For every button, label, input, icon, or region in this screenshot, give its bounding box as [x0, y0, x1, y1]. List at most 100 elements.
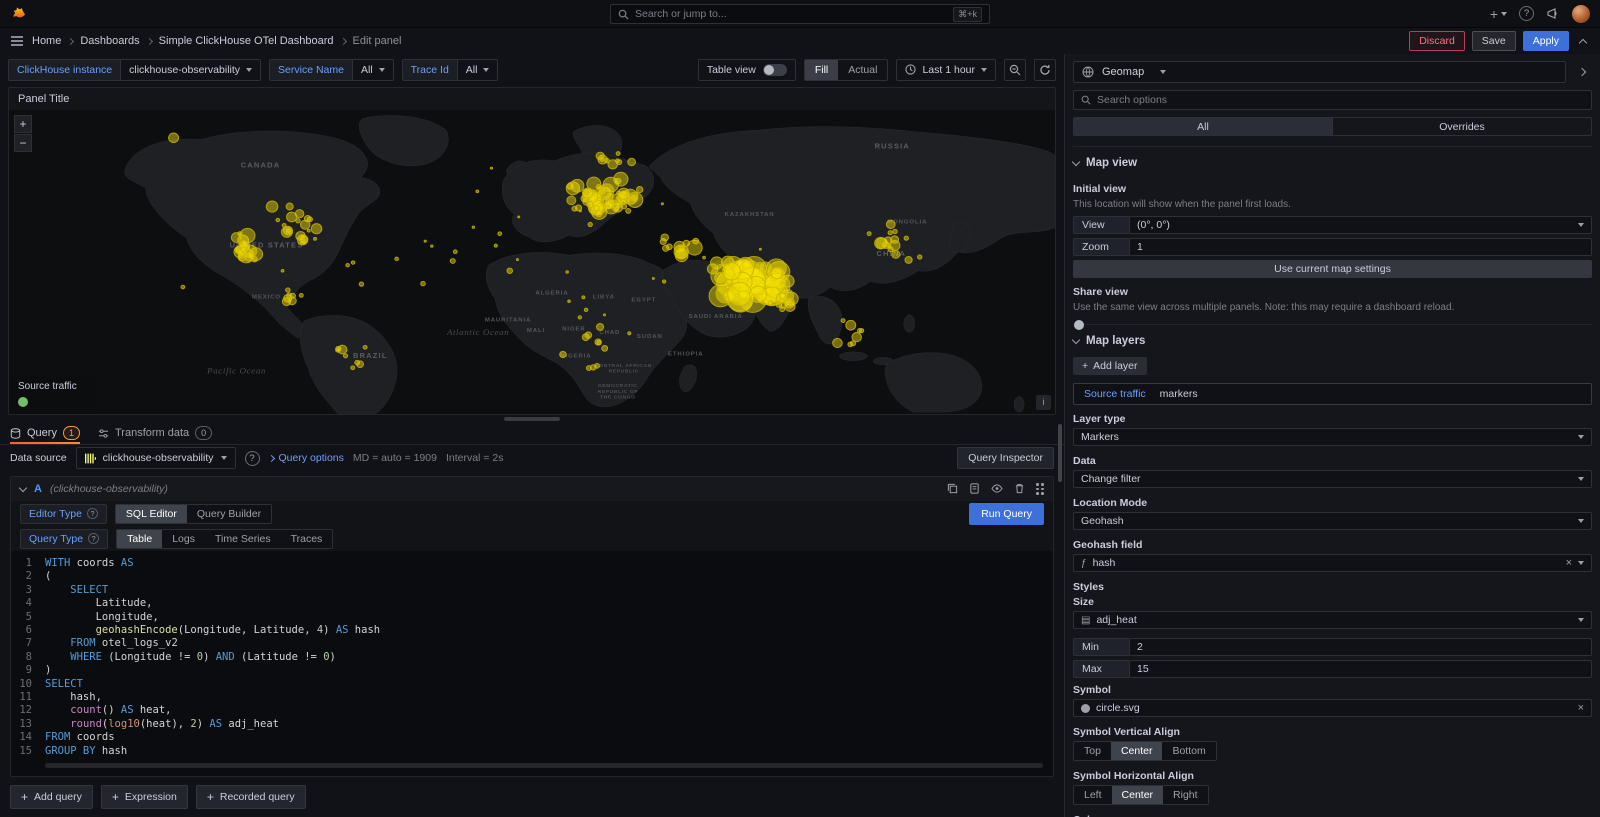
geohash-field-select[interactable]: ƒhash× [1073, 554, 1592, 572]
query-type-table[interactable]: Table [117, 530, 162, 548]
options-search-placeholder: Search options [1097, 94, 1167, 106]
use-current-map-settings-button[interactable]: Use current map settings [1073, 260, 1592, 278]
halign-center[interactable]: Center [1112, 786, 1164, 804]
news-button[interactable] [1546, 7, 1560, 20]
sql-horizontal-scrollbar[interactable] [45, 763, 1043, 768]
geohash-field-label: Geohash field [1073, 539, 1592, 551]
panel-toolbar: ClickHouse instance clickhouse-observabi… [0, 54, 1064, 85]
left-pane-scrollbar[interactable] [1058, 424, 1062, 482]
view-select[interactable]: (0°, 0°) [1129, 216, 1592, 234]
user-avatar[interactable] [1572, 5, 1590, 23]
fill-option[interactable]: Fill [805, 60, 838, 80]
breadcrumb-dashboard-name[interactable]: Simple ClickHouse OTel Dashboard [159, 35, 334, 47]
drag-query-handle[interactable] [1036, 483, 1044, 495]
zoom-out-time-button[interactable] [1004, 59, 1026, 81]
table-view-group: Table view [698, 59, 796, 81]
symbol-select[interactable]: circle.svg× [1073, 699, 1592, 717]
datasource-picker[interactable]: clickhouse-observability [76, 447, 236, 469]
editor-mode-switch: SQL Editor Query Builder [115, 504, 272, 524]
filter-value-dropdown[interactable]: clickhouse-observability [121, 59, 261, 81]
filter-value-dropdown[interactable]: All [458, 59, 499, 81]
share-view-label: Share view [1073, 286, 1592, 298]
add-expression-button[interactable]: +Expression [101, 785, 188, 809]
query-options-toggle[interactable]: Query options [269, 452, 344, 464]
help-button[interactable]: ? [1519, 6, 1534, 21]
collapse-options-button[interactable] [1572, 61, 1592, 83]
refresh-button[interactable] [1034, 59, 1056, 81]
options-scroll-area[interactable]: Map view Initial view This location will… [1065, 136, 1600, 817]
svg-text:CENTRAL AFRICAN: CENTRAL AFRICAN [596, 363, 652, 369]
layer-type-label: Layer type [1073, 413, 1592, 425]
filter-clickhouse-instance: ClickHouse instance clickhouse-observabi… [8, 59, 261, 81]
menu-toggle-button[interactable] [10, 35, 24, 47]
apply-button[interactable]: Apply [1523, 31, 1569, 51]
chevron-down-icon [1160, 70, 1166, 74]
query-type-logs[interactable]: Logs [162, 530, 205, 548]
run-query-button[interactable]: Run Query [969, 503, 1044, 525]
panel-title[interactable]: Panel Title [9, 88, 1055, 110]
layer-type-select[interactable]: Markers [1073, 428, 1592, 446]
datasource-help-button[interactable]: ? [245, 451, 260, 466]
halign-left[interactable]: Left [1074, 786, 1112, 804]
add-layer-button[interactable]: +Add layer [1073, 357, 1147, 375]
duplicate-query-icon[interactable] [947, 483, 958, 494]
map-attribution-info-button[interactable]: i [1036, 395, 1051, 410]
clear-icon[interactable]: × [1578, 703, 1584, 713]
query-type-traces[interactable]: Traces [281, 530, 333, 548]
add-query-button[interactable]: +Add query [10, 785, 93, 809]
map-zoom-in-button[interactable]: + [14, 115, 32, 133]
chevron-right-icon [1578, 68, 1586, 76]
query-inspector-button[interactable]: Query Inspector [957, 447, 1054, 469]
layer-list-item[interactable]: Source traffic markers [1073, 383, 1592, 405]
sql-editor[interactable]: 1WITH coords AS2(3 SELECT4 Latitude,5 Lo… [11, 551, 1053, 776]
map-zoom-out-button[interactable]: − [14, 134, 32, 152]
chevron-down-icon [1072, 336, 1080, 344]
time-range-picker[interactable]: Last 1 hour [896, 59, 996, 81]
discard-button[interactable]: Discard [1409, 31, 1465, 51]
zoom-input[interactable]: 1 [1129, 238, 1592, 256]
global-search-input[interactable]: Search or jump to... ⌘+k [610, 4, 990, 24]
clear-icon[interactable]: × [1566, 558, 1572, 568]
actual-option[interactable]: Actual [838, 60, 887, 80]
section-map-view[interactable]: Map view [1073, 146, 1592, 177]
svg-text:KAZAKHSTAN: KAZAKHSTAN [725, 212, 775, 218]
grafana-logo[interactable] [10, 6, 26, 22]
plus-icon: + [112, 790, 119, 804]
chevron-right-icon [146, 38, 153, 45]
filter-value-dropdown[interactable]: All [353, 59, 394, 81]
section-map-layers[interactable]: Map layers [1073, 324, 1592, 355]
collapse-edit-pane-button[interactable] [1579, 38, 1587, 46]
valign-center[interactable]: Center [1111, 742, 1163, 760]
options-tab-overrides[interactable]: Overrides [1332, 118, 1591, 135]
max-input[interactable]: 15 [1129, 660, 1592, 678]
query-builder-option[interactable]: Query Builder [187, 505, 271, 523]
tab-transform-data[interactable]: Transform data 0 [98, 423, 212, 444]
halign-right[interactable]: Right [1163, 786, 1208, 804]
collapse-query-icon[interactable] [19, 484, 27, 492]
breadcrumb-dashboards[interactable]: Dashboards [80, 35, 139, 47]
save-button[interactable]: Save [1472, 31, 1516, 51]
add-new-button[interactable]: + [1490, 7, 1507, 21]
size-select[interactable]: ▤adj_heat [1073, 611, 1592, 629]
valign-bottom[interactable]: Bottom [1162, 742, 1215, 760]
query-type-timeseries[interactable]: Time Series [205, 530, 281, 548]
world-map[interactable]: RUSSIACANADAUNITED STATESMEXICOBRAZILKAZ… [9, 110, 1055, 414]
min-input[interactable]: 2 [1129, 638, 1592, 656]
zoom-row: Zoom 1 [1073, 238, 1592, 256]
location-mode-select[interactable]: Geohash [1073, 512, 1592, 530]
delete-query-icon[interactable] [1014, 483, 1025, 494]
add-recorded-query-button[interactable]: +Recorded query [196, 785, 306, 809]
breadcrumb-home[interactable]: Home [32, 35, 61, 47]
sql-editor-option[interactable]: SQL Editor [116, 505, 187, 523]
svg-text:ETHIOPIA: ETHIOPIA [668, 352, 703, 358]
splitter-drag-handle[interactable] [504, 417, 560, 421]
copy-query-icon[interactable] [969, 483, 980, 494]
options-search-input[interactable]: Search options [1073, 90, 1592, 110]
tab-query[interactable]: Query 1 [10, 423, 80, 444]
hide-query-icon[interactable] [991, 483, 1003, 494]
table-view-toggle[interactable] [763, 64, 787, 76]
visualization-picker[interactable]: Geomap [1073, 61, 1566, 83]
options-tab-all[interactable]: All [1074, 118, 1332, 135]
data-select[interactable]: Change filter [1073, 470, 1592, 488]
valign-top[interactable]: Top [1074, 742, 1111, 760]
